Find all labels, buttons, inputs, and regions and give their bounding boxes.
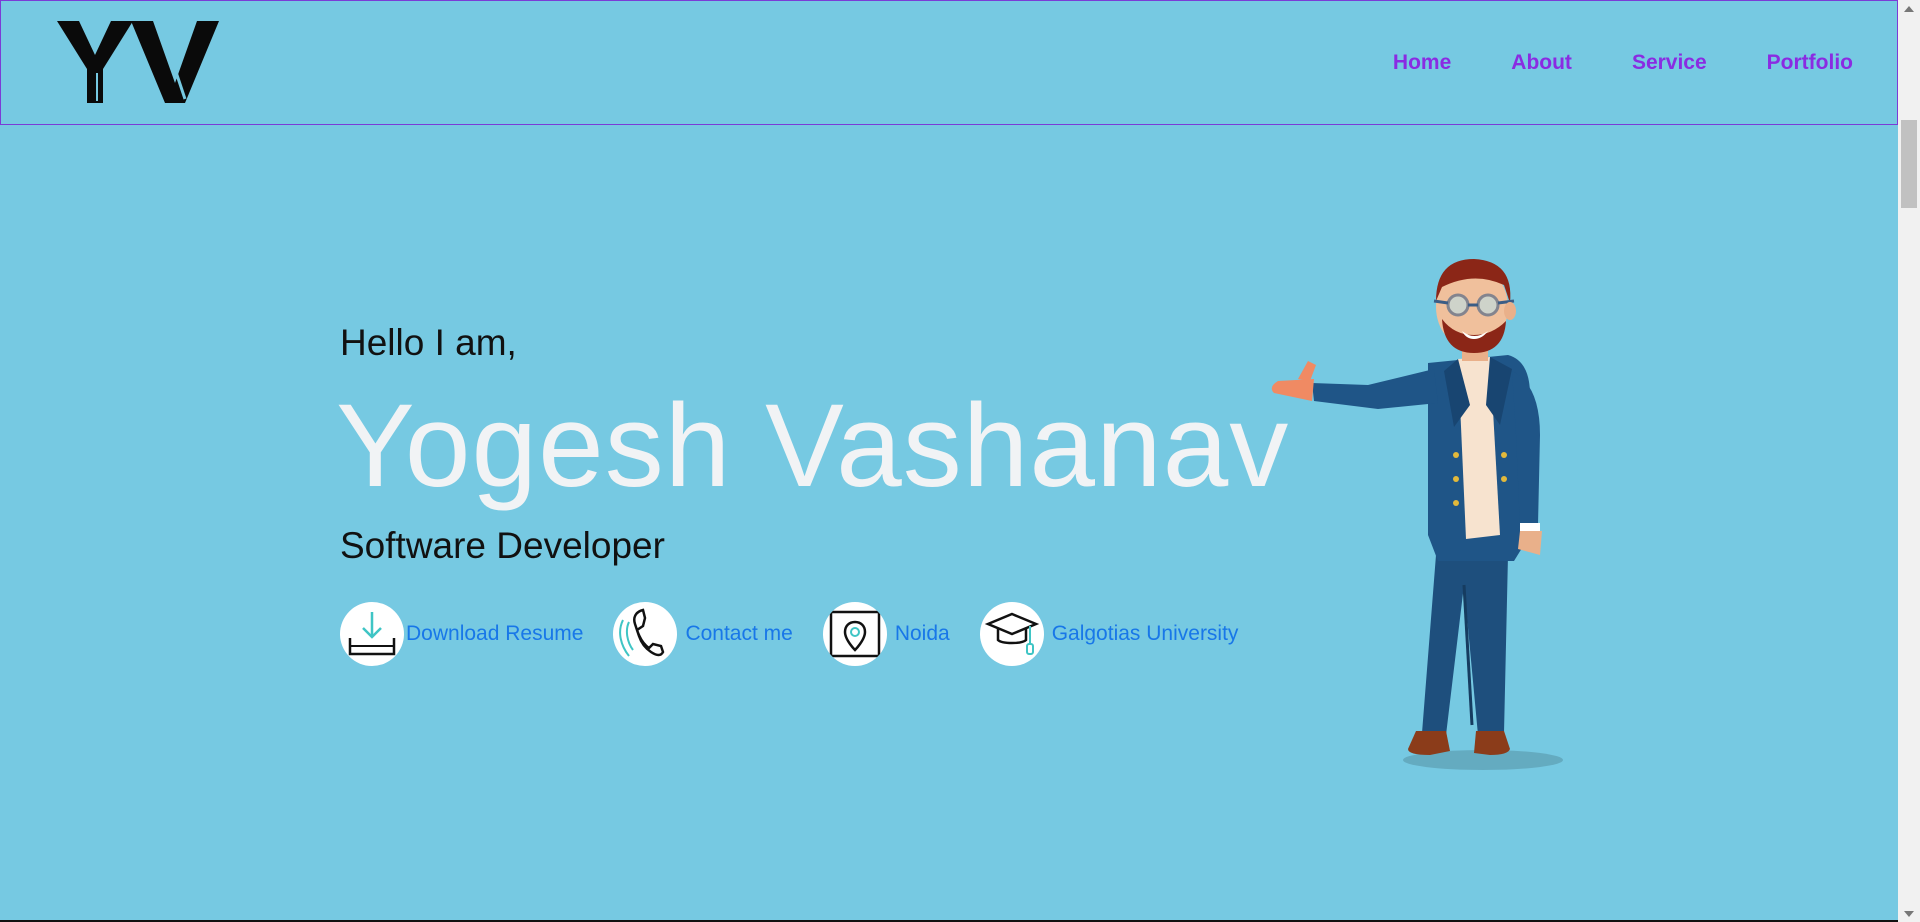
scroll-down-arrow-icon[interactable] (1898, 905, 1920, 922)
map-pin-icon (822, 602, 887, 666)
contact-me-label[interactable]: Contact me (685, 622, 792, 646)
hero-role: Software Developer (340, 525, 665, 566)
main-nav: Home About Service Portfolio (1393, 51, 1853, 75)
logo[interactable] (57, 21, 219, 103)
nav-portfolio-link[interactable]: Portfolio (1767, 51, 1853, 75)
contact-me-link[interactable]: Contact me (613, 602, 793, 666)
site-header: Home About Service Portfolio (0, 0, 1898, 125)
download-icon (340, 602, 404, 666)
download-resume-link[interactable]: Download Resume (340, 602, 583, 666)
location-label[interactable]: Noida (895, 622, 950, 646)
hero-name: Yogesh Vashanav (336, 380, 1290, 512)
scroll-thumb[interactable] (1901, 120, 1917, 208)
scroll-up-arrow-icon[interactable] (1898, 0, 1920, 17)
graduation-cap-icon (979, 602, 1044, 666)
character-illustration (1271, 259, 1563, 770)
page: Home About Service Portfolio Hello I am,… (0, 0, 1898, 922)
nav-about-link[interactable]: About (1511, 51, 1572, 75)
vertical-scrollbar[interactable] (1898, 0, 1920, 922)
hero-greeting: Hello I am, (340, 322, 517, 363)
university-link[interactable]: Galgotias University (979, 602, 1239, 666)
phone-icon (613, 602, 678, 666)
nav-service-link[interactable]: Service (1632, 51, 1707, 75)
location-link[interactable]: Noida (822, 602, 950, 666)
university-label[interactable]: Galgotias University (1052, 622, 1239, 646)
hero-links: Download Resume Contact me Noida Galgoti… (340, 601, 1268, 667)
nav-home-link[interactable]: Home (1393, 51, 1451, 75)
download-resume-label[interactable]: Download Resume (406, 622, 583, 646)
